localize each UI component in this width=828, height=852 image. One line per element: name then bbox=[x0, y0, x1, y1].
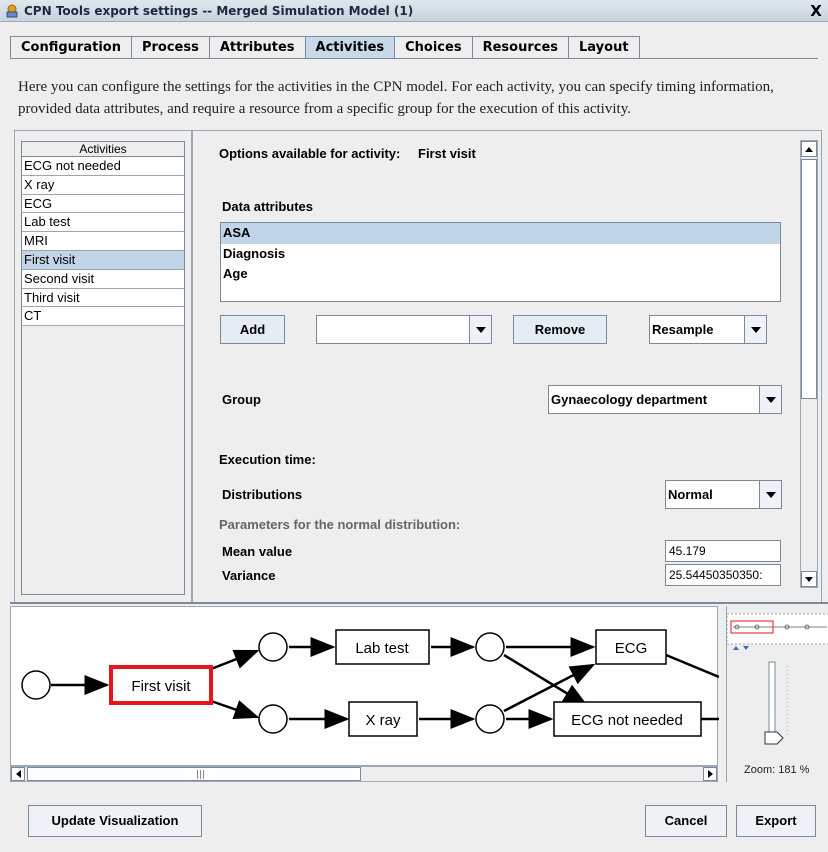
graph-navigator[interactable] bbox=[726, 606, 828, 782]
update-visualization-button[interactable]: Update Visualization bbox=[28, 805, 202, 837]
process-graph[interactable]: First visit Lab test X ray ECG ECG not n… bbox=[10, 606, 720, 766]
chevron-down-icon bbox=[759, 386, 781, 413]
zoom-label: Zoom: 181 % bbox=[744, 764, 810, 776]
navigator-overview bbox=[726, 613, 828, 745]
attribute-item[interactable]: Age bbox=[221, 264, 780, 285]
distribution-select[interactable]: Normal bbox=[665, 480, 782, 509]
mean-value-label: Mean value bbox=[222, 544, 293, 559]
group-select[interactable]: Gynaecology department bbox=[548, 385, 782, 414]
options-heading: Options available for activity: bbox=[219, 146, 401, 161]
activities-list-header: Activities bbox=[22, 142, 184, 157]
chevron-down-icon bbox=[469, 316, 491, 343]
variance-label: Variance bbox=[222, 568, 276, 583]
resample-select-value: Resample bbox=[652, 322, 714, 337]
data-attributes-label: Data attributes bbox=[222, 199, 314, 214]
variance-field[interactable]: 25.54450350350: bbox=[665, 564, 781, 586]
transition-label-ecg-not-needed: ECG not needed bbox=[571, 712, 683, 729]
description-text: Here you can configure the settings for … bbox=[18, 79, 774, 117]
tab-layout[interactable]: Layout bbox=[568, 36, 640, 58]
list-item[interactable]: X ray bbox=[22, 175, 184, 195]
tab-resources[interactable]: Resources bbox=[471, 36, 570, 58]
scroll-down-icon[interactable] bbox=[801, 571, 817, 587]
transition-label-ecg: ECG bbox=[615, 640, 648, 657]
window-title: CPN Tools export settings -- Merged Simu… bbox=[24, 3, 414, 18]
transition-label-first-visit: First visit bbox=[131, 678, 191, 695]
grip-icon: ||| bbox=[196, 770, 206, 780]
tab-bar: Configuration Process Attributes Activit… bbox=[10, 36, 640, 59]
group-select-value: Gynaecology department bbox=[551, 392, 708, 407]
place-node bbox=[475, 704, 505, 734]
cancel-button[interactable]: Cancel bbox=[645, 805, 727, 837]
chevron-down-icon bbox=[744, 316, 766, 343]
attribute-select[interactable] bbox=[316, 315, 492, 344]
activities-list: Activities ECG not needed X ray ECG Lab … bbox=[21, 141, 185, 595]
group-label: Group bbox=[222, 392, 261, 407]
activities-panel: Activities ECG not needed X ray ECG Lab … bbox=[14, 130, 192, 604]
close-icon[interactable]: X bbox=[808, 2, 824, 20]
list-item[interactable]: CT bbox=[22, 307, 184, 327]
place-node bbox=[21, 670, 51, 700]
tab-configuration[interactable]: Configuration bbox=[10, 36, 132, 58]
selected-activity-name: First visit bbox=[418, 146, 476, 161]
list-item[interactable]: Second visit bbox=[22, 269, 184, 289]
place-node bbox=[258, 632, 288, 662]
distributions-label: Distributions bbox=[222, 487, 303, 502]
list-item[interactable]: Lab test bbox=[22, 213, 184, 233]
remove-button[interactable]: Remove bbox=[513, 315, 607, 344]
list-item[interactable]: MRI bbox=[22, 232, 184, 251]
scroll-left-icon[interactable] bbox=[11, 767, 25, 781]
title-bar: CPN Tools export settings -- Merged Simu… bbox=[0, 0, 828, 22]
scroll-right-icon[interactable] bbox=[703, 767, 717, 781]
attribute-item-selected[interactable]: ASA bbox=[221, 223, 780, 244]
resample-select[interactable]: Resample bbox=[649, 315, 767, 344]
graph-horizontal-scrollbar[interactable]: ||| bbox=[10, 766, 718, 782]
distribution-select-value: Normal bbox=[668, 487, 713, 502]
list-item[interactable]: ECG bbox=[22, 194, 184, 214]
scroll-up-icon[interactable] bbox=[801, 141, 817, 157]
process-graph-svg: First visit Lab test X ray ECG ECG not n… bbox=[21, 629, 720, 737]
tab-attributes[interactable]: Attributes bbox=[208, 36, 306, 58]
scroll-thumb[interactable]: ||| bbox=[27, 767, 361, 781]
tab-divider bbox=[10, 58, 818, 59]
app-icon bbox=[6, 4, 18, 17]
place-node bbox=[475, 632, 505, 662]
tab-choices[interactable]: Choices bbox=[394, 36, 473, 58]
attribute-item[interactable]: Diagnosis bbox=[221, 244, 780, 265]
list-item-selected[interactable]: First visit bbox=[22, 250, 184, 270]
mean-value-field[interactable]: 45.179 bbox=[665, 540, 781, 562]
data-attributes-list: ASA Diagnosis Age bbox=[220, 222, 781, 302]
chevron-down-icon bbox=[759, 481, 781, 508]
transition-label-x-ray: X ray bbox=[365, 712, 401, 729]
transition-label-lab-test: Lab test bbox=[355, 640, 409, 657]
execution-time-label: Execution time: bbox=[219, 452, 316, 467]
add-button[interactable]: Add bbox=[220, 315, 285, 344]
options-scrollbar[interactable] bbox=[800, 140, 818, 588]
list-item[interactable]: Third visit bbox=[22, 288, 184, 308]
scroll-thumb[interactable] bbox=[801, 159, 817, 399]
export-button[interactable]: Export bbox=[736, 805, 816, 837]
place-node bbox=[258, 704, 288, 734]
tab-process[interactable]: Process bbox=[130, 36, 210, 58]
list-item[interactable]: ECG not needed bbox=[22, 157, 184, 176]
parameters-label: Parameters for the normal distribution: bbox=[219, 517, 461, 532]
tab-activities[interactable]: Activities bbox=[304, 36, 396, 59]
